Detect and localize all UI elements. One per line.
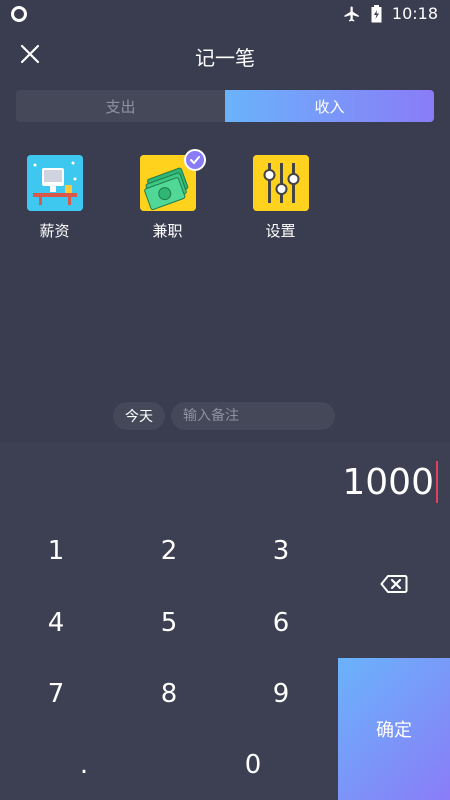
tab-expense[interactable]: 支出 — [16, 90, 225, 122]
key-9[interactable]: 9 — [225, 659, 337, 729]
settings-icon — [252, 155, 309, 211]
selected-check-icon — [184, 149, 206, 171]
status-time: 10:18 — [391, 4, 438, 23]
note-row: 今天 — [113, 402, 335, 430]
key-7[interactable]: 7 — [0, 659, 112, 729]
key-0[interactable]: 0 — [197, 730, 309, 800]
key-1[interactable]: 1 — [0, 516, 112, 586]
amount-display: 1000 — [342, 461, 438, 503]
notification-icon — [11, 6, 27, 22]
key-dot[interactable]: . — [28, 730, 140, 800]
type-tabs: 支出 收入 — [16, 90, 434, 122]
salary-icon — [26, 155, 83, 211]
key-3[interactable]: 3 — [225, 516, 337, 586]
category-label: 兼职 — [152, 222, 183, 240]
key-6[interactable]: 6 — [225, 588, 337, 658]
keypad-area: 1000 1 2 3 4 5 6 7 8 9 . 0 确定 — [0, 443, 450, 800]
category-grid: 薪资 兼职 设置 — [26, 149, 309, 241]
note-input[interactable] — [171, 402, 335, 430]
category-settings[interactable]: 设置 — [252, 155, 309, 241]
header: 记一笔 — [0, 28, 450, 82]
status-bar: 10:18 — [0, 0, 450, 28]
category-label: 薪资 — [39, 222, 70, 240]
key-2[interactable]: 2 — [113, 516, 225, 586]
page-title: 记一笔 — [195, 46, 255, 70]
status-right: 10:18 — [343, 4, 438, 23]
key-8[interactable]: 8 — [113, 659, 225, 729]
key-4[interactable]: 4 — [0, 588, 112, 658]
category-part-time[interactable]: 兼职 — [139, 149, 206, 241]
confirm-button[interactable]: 确定 — [338, 658, 450, 800]
category-salary[interactable]: 薪资 — [26, 155, 83, 241]
text-cursor — [436, 461, 438, 503]
category-label: 设置 — [265, 222, 296, 240]
backspace-icon — [380, 574, 408, 598]
battery-icon — [371, 4, 382, 23]
airplane-icon — [343, 5, 361, 23]
tab-income[interactable]: 收入 — [225, 90, 434, 122]
date-chip[interactable]: 今天 — [113, 402, 165, 430]
key-5[interactable]: 5 — [113, 588, 225, 658]
backspace-button[interactable] — [338, 551, 450, 621]
amount-value: 1000 — [342, 461, 434, 503]
